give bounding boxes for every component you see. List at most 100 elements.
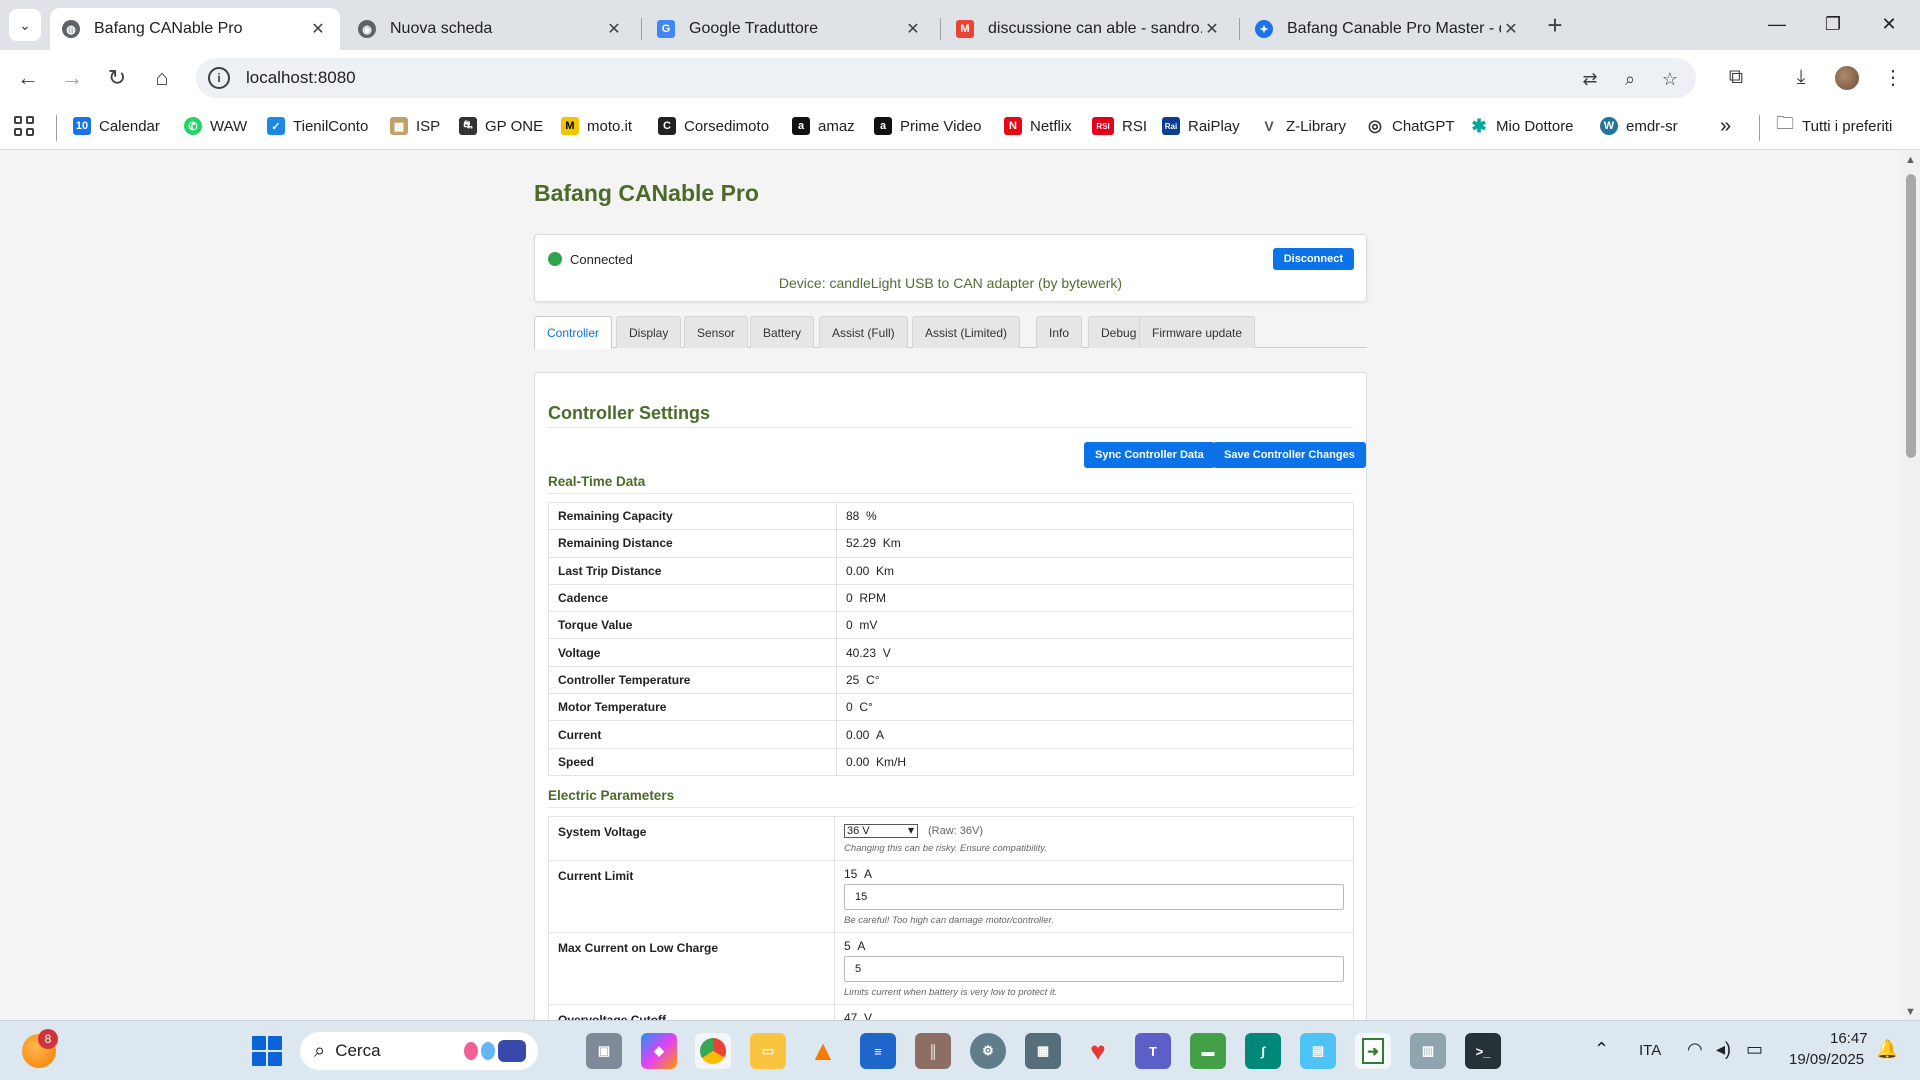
apps-grid-icon[interactable] <box>12 114 36 138</box>
close-window-button[interactable]: ✕ <box>1866 8 1912 40</box>
archive-icon[interactable]: ▥ <box>1410 1033 1446 1069</box>
wifi-icon[interactable]: ◠ <box>1687 1039 1703 1060</box>
terminal-icon[interactable]: >_ <box>1465 1033 1501 1069</box>
restore-button[interactable]: ❐ <box>1810 8 1856 40</box>
teams-icon[interactable]: T <box>1135 1033 1171 1069</box>
low-charge-current-input[interactable]: 5 <box>844 955 1344 982</box>
bookmark-mio-dottore[interactable]: ✱ Mio Dottore <box>1470 114 1574 138</box>
bookmark-netflix[interactable]: N Netflix <box>1004 114 1072 138</box>
notepad-icon[interactable]: ≡ <box>860 1033 896 1069</box>
sync-controller-button[interactable]: Sync Controller Data <box>1084 442 1215 468</box>
bookmark-prime-video[interactable]: a Prime Video <box>874 114 981 138</box>
file-explorer-icon[interactable]: ▭ <box>750 1033 786 1069</box>
tab-battery[interactable]: Battery <box>750 316 815 348</box>
address-bar[interactable]: i localhost:8080 ⇄ ⌕ ☆ <box>196 58 1696 98</box>
save-controller-button[interactable]: Save Controller Changes <box>1213 442 1366 468</box>
new-tab-button[interactable]: + <box>1540 10 1570 40</box>
close-tab-icon[interactable]: ✕ <box>604 19 624 39</box>
bookmark-calendar[interactable]: 10 Calendar <box>73 114 160 138</box>
param-unit: V <box>864 1010 873 1020</box>
close-tab-icon[interactable]: ✕ <box>1501 19 1521 39</box>
realtime-value: 0.00 <box>846 727 870 742</box>
bookmark-amaz[interactable]: a amaz <box>792 114 855 138</box>
bookmark-isp[interactable]: ▦ ISP <box>390 114 440 138</box>
extensions-icon[interactable]: ⧉ <box>1721 62 1751 92</box>
close-tab-icon[interactable]: ✕ <box>903 19 923 39</box>
tab-controller[interactable]: Controller <box>534 316 613 349</box>
volume-icon[interactable]: ◂) <box>1716 1039 1731 1060</box>
bookmark-rsi[interactable]: RSI RSI <box>1092 114 1147 138</box>
reload-button[interactable]: ↻ <box>101 62 133 94</box>
clock-time[interactable]: 16:47 <box>1830 1030 1868 1047</box>
tab-assist-limited[interactable]: Assist (Limited) <box>912 316 1021 348</box>
back-button[interactable]: ← <box>12 62 44 94</box>
browser-tab-2[interactable]: G Google Traduttore ✕ <box>645 8 935 50</box>
vlc-icon[interactable]: ▲ <box>805 1033 841 1069</box>
forward-button[interactable]: → <box>56 62 88 94</box>
copilot-icon[interactable]: ◆ <box>641 1033 677 1069</box>
bookmark-emdr-sr[interactable]: Wemdr-sr <box>1600 114 1678 138</box>
browser-tab-0[interactable]: ◍ Bafang CANable Pro ✕ <box>50 8 340 50</box>
tab-assist-full[interactable]: Assist (Full) <box>819 316 908 348</box>
taskbar-search[interactable]: ⌕ Cerca <box>300 1032 538 1070</box>
realtime-value-cell: 0.00 A <box>836 720 1354 749</box>
param-unit: A <box>864 866 873 881</box>
bookmark-raiplay[interactable]: Rai RaiPlay <box>1162 114 1240 138</box>
chevron-up-icon[interactable]: ⌃ <box>1594 1039 1609 1060</box>
home-button[interactable]: ⌂ <box>146 62 178 94</box>
page-scrollbar[interactable]: ▲ ▼ <box>1902 150 1920 1020</box>
download-icon[interactable]: ⤓ <box>1786 62 1816 92</box>
chrome-taskbar-icon[interactable] <box>695 1033 731 1069</box>
tab-display[interactable]: Display <box>616 316 682 348</box>
tab-info[interactable]: Info <box>1036 316 1083 348</box>
tab-sensor[interactable]: Sensor <box>684 316 749 348</box>
bookmark-moto-it[interactable]: Mmoto.it <box>561 114 632 138</box>
task-view-icon[interactable]: ▣ <box>586 1033 622 1069</box>
all-bookmarks-button[interactable]: 🗀 Tutti i preferiti <box>1776 113 1892 138</box>
remote-desktop-icon[interactable]: ▤ <box>1300 1033 1336 1069</box>
tab-firmware-update[interactable]: Firmware update <box>1139 316 1256 348</box>
bookmark-chatgpt[interactable]: ◎ ChatGPT <box>1366 114 1455 138</box>
notifications-bell-icon[interactable]: 🔔 <box>1876 1039 1898 1060</box>
bookmark-label: Corsedimoto <box>684 117 770 135</box>
translate-page-icon[interactable]: ⇄ <box>1578 67 1602 91</box>
bookmark-waw[interactable]: ✆ WAW <box>184 114 247 138</box>
close-tab-icon[interactable]: ✕ <box>1202 19 1222 39</box>
site-info-icon[interactable]: i <box>208 67 230 89</box>
script-app-icon[interactable]: ʃ <box>1245 1033 1281 1069</box>
zoom-icon[interactable]: ⌕ <box>1618 67 1642 91</box>
desktop-app-icon[interactable]: ▬ <box>1190 1033 1226 1069</box>
library-icon[interactable]: ║ <box>915 1033 951 1069</box>
scroll-down-icon[interactable]: ▼ <box>1905 1006 1916 1018</box>
active-app-icon[interactable]: ➜ <box>1355 1033 1391 1069</box>
profile-avatar[interactable] <box>1835 66 1859 90</box>
realtime-table: Remaining Capacity 88 % Remaining Distance… <box>548 501 1354 776</box>
language-indicator[interactable]: ITA <box>1639 1042 1661 1059</box>
star-bookmark-icon[interactable]: ☆ <box>1658 67 1682 91</box>
bookmark-z-library[interactable]: V Z-Library <box>1260 114 1346 138</box>
disconnect-button[interactable]: Disconnect <box>1272 248 1354 270</box>
clock-date[interactable]: 19/09/2025 <box>1789 1051 1864 1068</box>
tab-search-button[interactable]: ⌄ <box>9 9 41 41</box>
close-tab-icon[interactable]: ✕ <box>308 19 328 39</box>
start-button[interactable] <box>252 1036 282 1066</box>
scroll-thumb[interactable] <box>1906 174 1916 458</box>
settings-gear-icon[interactable]: ⚙ <box>970 1033 1006 1069</box>
bookmark-gp-one[interactable]: ⛐ GP ONE <box>459 114 543 138</box>
more-bookmarks-button[interactable]: » <box>1720 114 1731 138</box>
battery-icon[interactable]: ▭ <box>1746 1039 1763 1060</box>
health-icon[interactable]: ♥ <box>1080 1033 1116 1069</box>
bookmark-corsedimoto[interactable]: C Corsedimoto <box>658 114 769 138</box>
divider <box>548 427 1353 428</box>
calculator-icon[interactable]: ▦ <box>1025 1033 1061 1069</box>
scroll-up-icon[interactable]: ▲ <box>1905 154 1916 166</box>
browser-tab-4[interactable]: ✦ Bafang Canable Pro Master - di ✕ <box>1243 8 1533 50</box>
browser-tab-1[interactable]: ◉ Nuova scheda ✕ <box>346 8 636 50</box>
menu-kebab-icon[interactable]: ⋮ <box>1878 62 1908 92</box>
system-voltage-select[interactable]: 36 V <box>844 823 918 838</box>
minimize-button[interactable]: — <box>1754 8 1800 40</box>
browser-tab-3[interactable]: M discussione can able - sandro.b ✕ <box>944 8 1234 50</box>
current-limit-input[interactable]: 15 <box>844 883 1344 910</box>
url-text[interactable]: localhost:8080 <box>246 68 356 88</box>
bookmark-tienilconto[interactable]: ✓ TienilConto <box>267 114 368 138</box>
